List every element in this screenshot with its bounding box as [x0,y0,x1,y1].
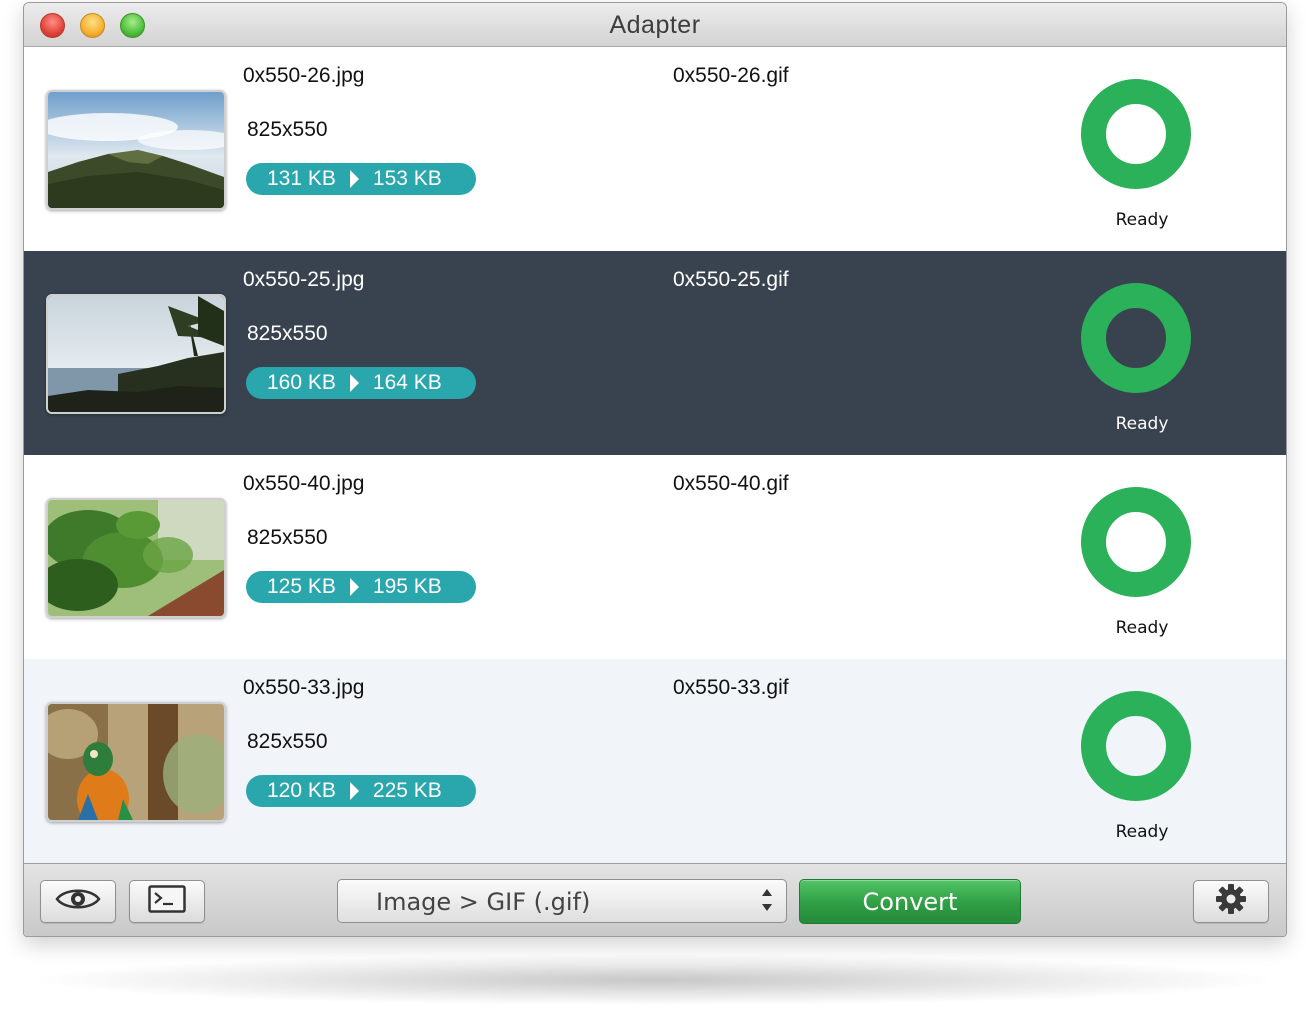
size-comparison-badge: 131 KB 153 KB [246,163,476,195]
converted-size: 164 KB [373,371,442,395]
size-comparison-badge: 120 KB 225 KB [246,775,476,807]
gear-icon [1215,883,1247,920]
status-label: Ready [1092,822,1192,842]
image-dimensions: 825x550 [247,322,328,346]
output-file-name: 0x550-33.gif [673,676,789,700]
status-ring-icon [1081,487,1191,597]
eye-icon [55,886,101,917]
image-dimensions: 825x550 [247,730,328,754]
file-row[interactable]: 0x550-40.jpg 825x550 125 KB 195 KB 0x550… [24,455,1286,659]
thumbnail-image [46,294,226,414]
source-file-name: 0x550-26.jpg [243,64,364,88]
arrow-right-icon [350,578,359,596]
title-bar[interactable]: Adapter [24,3,1286,47]
thumbnail-image [46,90,226,210]
arrow-right-icon [350,170,359,188]
arrow-right-icon [350,782,359,800]
source-file-name: 0x550-40.jpg [243,472,364,496]
converted-size: 195 KB [373,575,442,599]
bottom-toolbar: Image > GIF (.gif) Convert [24,863,1286,937]
window-shadow [40,955,1270,1005]
preview-button[interactable] [40,880,116,923]
status-ring-icon [1081,691,1191,801]
status-label: Ready [1092,618,1192,638]
terminal-icon [148,885,186,918]
status-label: Ready [1092,414,1192,434]
output-file-name: 0x550-40.gif [673,472,789,496]
status-ring-icon [1081,283,1191,393]
settings-button[interactable] [1193,880,1269,923]
converted-size: 225 KB [373,779,442,803]
output-file-name: 0x550-26.gif [673,64,789,88]
original-size: 120 KB [267,779,336,803]
arrow-right-icon [350,374,359,392]
file-row[interactable]: 0x550-26.jpg 825x550 131 KB 153 KB 0x550… [24,47,1286,251]
converted-size: 153 KB [373,167,442,191]
output-format-select[interactable]: Image > GIF (.gif) [337,879,787,923]
source-file-name: 0x550-25.jpg [243,268,364,292]
select-arrows-icon [762,887,774,915]
file-row[interactable]: 0x550-33.jpg 825x550 120 KB 225 KB 0x550… [24,659,1286,863]
output-file-name: 0x550-25.gif [673,268,789,292]
thumbnail-image [46,498,226,618]
thumbnail-image [46,702,226,822]
selected-format: Image > GIF (.gif) [376,888,590,916]
original-size: 131 KB [267,167,336,191]
file-row-selected[interactable]: 0x550-25.jpg 825x550 160 KB 164 KB 0x550… [24,251,1286,455]
convert-button[interactable]: Convert [799,879,1021,924]
status-ring-icon [1081,79,1191,189]
window-title: Adapter [24,11,1286,40]
status-label: Ready [1092,210,1192,230]
size-comparison-badge: 160 KB 164 KB [246,367,476,399]
original-size: 125 KB [267,575,336,599]
image-dimensions: 825x550 [247,118,328,142]
image-dimensions: 825x550 [247,526,328,550]
source-file-name: 0x550-33.jpg [243,676,364,700]
terminal-button[interactable] [129,880,205,923]
size-comparison-badge: 125 KB 195 KB [246,571,476,603]
app-window: Adapter 0x550-2 [23,2,1287,937]
file-list: 0x550-26.jpg 825x550 131 KB 153 KB 0x550… [24,47,1286,863]
original-size: 160 KB [267,371,336,395]
